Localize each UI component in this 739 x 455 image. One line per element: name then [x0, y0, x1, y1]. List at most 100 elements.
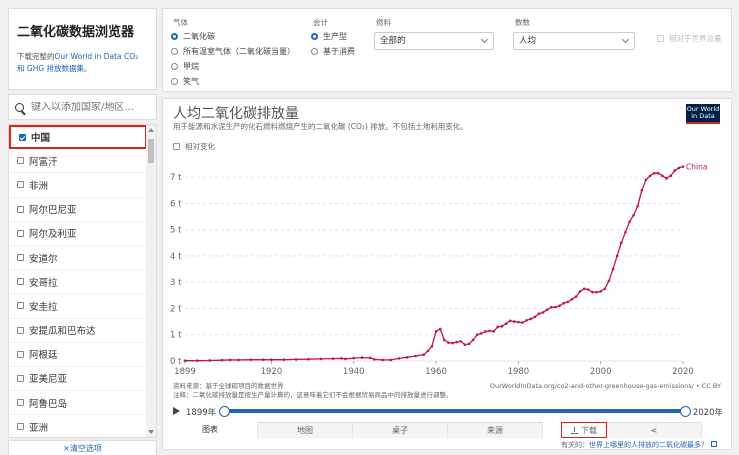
owid-logo[interactable]: Our World in Data [686, 104, 720, 124]
data-point [228, 358, 232, 362]
gas-option-all-ghg[interactable]: 所有温室气体（二氧化碳当量） [171, 46, 295, 57]
country-item[interactable]: 阿尔及利亚 [9, 222, 147, 246]
country-item[interactable]: 安道尔 [9, 246, 147, 271]
data-point [381, 358, 384, 362]
tab-table[interactable]: 桌子 [353, 422, 448, 438]
checkbox-icon [19, 133, 26, 141]
country-search[interactable] [8, 94, 157, 120]
x-tick-label: 1920 [261, 367, 283, 377]
scroll-up-arrow-icon[interactable] [148, 128, 154, 132]
data-point [619, 241, 623, 245]
data-point [632, 213, 635, 217]
tab-map[interactable]: 地图 [258, 422, 353, 438]
relative-change-toggle[interactable]: 相对变化 [173, 141, 215, 152]
data-point [426, 349, 430, 353]
gas-option-methane[interactable]: 甲烷 [171, 61, 199, 72]
country-item[interactable]: 亚洲 [9, 415, 147, 437]
country-item[interactable]: 中国 [9, 125, 147, 150]
country-item[interactable]: 阿根廷 [9, 343, 147, 367]
data-point [587, 288, 590, 291]
sidebar: 二氧化碳数据浏览器 下载完整的Our World in Data CO₂ 和 G… [8, 8, 157, 455]
data-point [496, 325, 500, 329]
country-item[interactable]: 亚美尼亚 [9, 367, 147, 392]
data-point [525, 318, 528, 322]
data-point [517, 320, 520, 324]
country-item[interactable]: 安哥拉 [9, 270, 147, 295]
timeline-end-handle[interactable] [680, 405, 691, 417]
tab-chart[interactable]: 图表 [163, 422, 258, 438]
data-point [373, 358, 376, 361]
country-item[interactable]: 安提瓜和巴布达 [9, 319, 147, 343]
source-text: 资料来源：基于全球碳项目的数据世界 [173, 382, 284, 390]
checkbox-icon [17, 302, 24, 310]
x-tick-label: 2000 [590, 367, 612, 377]
checkbox-icon [17, 205, 24, 213]
timeline-start-handle[interactable] [219, 405, 230, 417]
data-point [549, 305, 553, 309]
checkbox-icon [17, 229, 24, 237]
country-item[interactable]: 非洲 [9, 173, 147, 198]
country-label: 亚美尼亚 [29, 374, 68, 386]
relative-to-world-toggle[interactable]: 相对于世界总量 [657, 33, 722, 44]
country-list-scrollbar[interactable] [146, 125, 156, 437]
data-point [438, 327, 442, 331]
country-item[interactable]: 安圭拉 [9, 294, 147, 319]
gas-option-co2[interactable]: 二氧化碳 [171, 31, 215, 42]
tab-sources[interactable]: 来源 [448, 422, 543, 438]
data-point [669, 174, 672, 178]
checkbox-icon [17, 350, 24, 358]
play-icon[interactable] [173, 407, 180, 415]
clear-selection-button[interactable]: ×清空选项 [8, 440, 157, 455]
chart-source-note: 资料来源：基于全球碳项目的数据世界 注释：二氧化碳排放量是按生产量计算的，这意味… [173, 382, 453, 400]
x-tick-label: 1940 [343, 367, 365, 377]
scroll-thumb[interactable] [148, 139, 154, 163]
radio-icon [171, 63, 178, 70]
tab-share[interactable]: < [607, 422, 702, 438]
data-point [459, 340, 463, 343]
country-item[interactable]: 阿鲁巴岛 [9, 391, 147, 416]
data-point [360, 356, 364, 359]
data-point [463, 343, 467, 347]
data-point [537, 312, 541, 316]
download-dataset-text: 下载完整的Our World in Data CO₂ 和 GHG 排放数据集。 [17, 52, 139, 73]
data-point [582, 287, 586, 291]
x-tick-label: 2020 [672, 367, 694, 377]
country-item[interactable]: 阿富汗 [9, 149, 147, 174]
chevron-down-icon [621, 35, 630, 44]
data-point [488, 329, 491, 333]
timeline: 1899年 2020年 [173, 404, 723, 418]
data-point [447, 341, 450, 344]
data-point [208, 359, 211, 362]
related-link[interactable]: 世界上哪里的人排放的二氧化碳最多？ [589, 441, 708, 449]
timeline-start-year: 1899年 [186, 408, 217, 418]
data-point [624, 230, 627, 234]
chart-tabs: 图表 地图 桌子 来源 下载 < [163, 422, 731, 438]
timeline-track[interactable] [219, 405, 691, 417]
accounting-consumption[interactable]: 基于消费 [311, 46, 355, 57]
country-label: 亚洲 [29, 422, 49, 434]
data-point [249, 358, 253, 361]
data-point [492, 330, 495, 333]
metric-select[interactable]: 人均 [513, 32, 635, 50]
data-point [591, 290, 594, 294]
accounting-production[interactable]: 生产型 [311, 31, 347, 42]
data-point [652, 171, 656, 175]
checkbox-icon [17, 326, 24, 334]
scroll-down-arrow-icon[interactable] [148, 430, 154, 434]
data-point [282, 358, 286, 361]
data-point [294, 358, 298, 361]
tab-download[interactable]: 下载 [561, 422, 607, 438]
chart-url[interactable]: OurWorldInData.org/co2-and-other-greenho… [490, 382, 721, 390]
search-input[interactable] [31, 101, 141, 113]
data-point [422, 353, 426, 356]
gas-option-n2o[interactable]: 笑气 [171, 76, 199, 87]
data-point [541, 311, 545, 314]
data-point [471, 338, 475, 342]
y-tick-label: 1 t [170, 331, 182, 341]
chart-title: 人均二氧化碳排放量 [173, 106, 299, 122]
country-item[interactable]: 阿尔巴尼亚 [9, 198, 147, 222]
fuel-select[interactable]: 全部的 [374, 32, 494, 50]
country-label: 阿根廷 [29, 350, 58, 362]
country-label: 非洲 [29, 180, 49, 192]
country-label: 安哥拉 [29, 277, 58, 289]
